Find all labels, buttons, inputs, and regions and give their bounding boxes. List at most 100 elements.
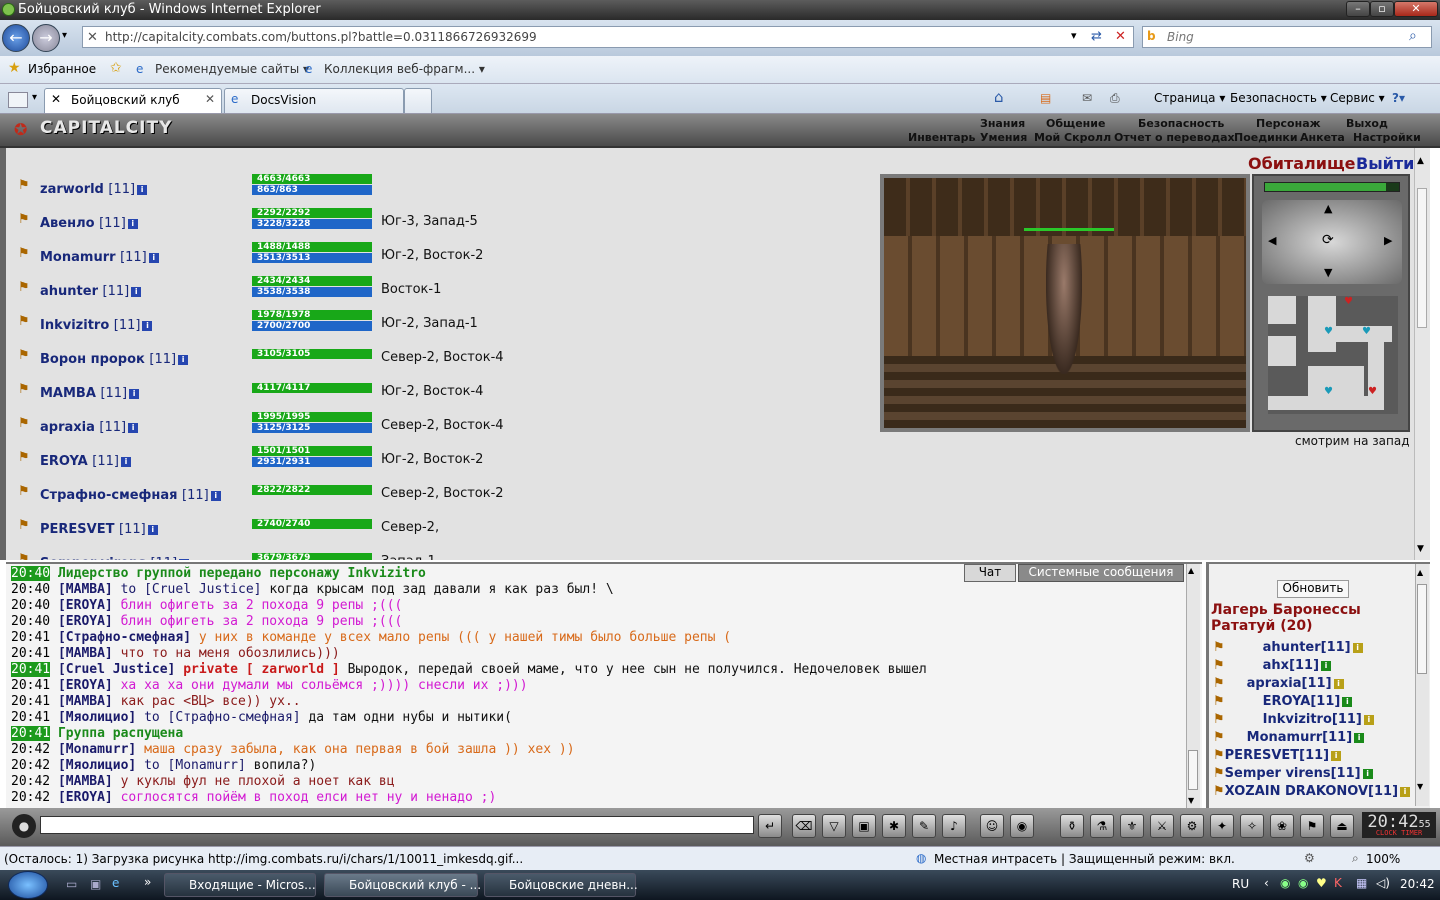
page-menu[interactable]: Страница ▾ <box>1154 91 1225 105</box>
scroll-up-icon[interactable]: ▲ <box>1417 568 1423 577</box>
chat-author[interactable]: [Мяолицио] <box>58 758 136 773</box>
chat-recipient[interactable]: to [Monamurr] <box>144 758 246 773</box>
chat-recipient[interactable]: to [Страфно-смефная] <box>144 710 301 725</box>
group-flag-icon[interactable]: ⚑ <box>18 416 38 431</box>
close-tab-icon[interactable]: ✕ <box>205 92 215 106</box>
address-dropdown-icon[interactable]: ▾ <box>1071 29 1077 42</box>
chat-author[interactable]: [MAMBA] <box>58 646 113 661</box>
chat-author[interactable]: [EROYA] <box>58 678 113 693</box>
chat-author[interactable]: [Monamurr] <box>58 742 136 757</box>
action-icon-1[interactable]: ⚱ <box>1060 814 1084 838</box>
back-button[interactable]: ← <box>2 24 30 52</box>
smiley-icon[interactable]: ☺ <box>980 814 1004 838</box>
new-tab-button[interactable] <box>404 88 432 113</box>
player-name-link[interactable]: Страфно-смефная [11] i <box>40 488 221 503</box>
action-icon-8[interactable]: ❀ <box>1270 814 1294 838</box>
tools-menu[interactable]: Сервис ▾ <box>1330 91 1385 105</box>
compass-control[interactable]: ▲ ▼ ◀ ▶ ⟳ <box>1262 200 1402 284</box>
chat-time[interactable]: 20:40 <box>11 614 50 629</box>
chat-time[interactable]: 20:42 <box>11 774 50 789</box>
add-favorite-icon[interactable]: ✩ <box>110 60 122 76</box>
chat-author[interactable]: [Мяолицио] <box>58 710 136 725</box>
user-name[interactable]: Semper virens[11] <box>1225 766 1361 781</box>
task-diaries[interactable]: Бойцовские дневн... <box>484 873 638 897</box>
fav-link-suggested[interactable]: Рекомендуемые сайты ▾ <box>155 62 309 76</box>
group-flag-icon[interactable]: ⚑ <box>18 314 38 329</box>
user-name[interactable]: Monamurr[11] <box>1247 730 1353 745</box>
info-icon[interactable]: i <box>179 558 190 560</box>
menu-profile[interactable]: Анкета <box>1300 131 1345 144</box>
send-icon[interactable]: ↵ <box>758 814 782 838</box>
scroll-up-icon[interactable]: ▲ <box>1417 156 1424 166</box>
arrow-down-icon[interactable]: ▼ <box>1324 266 1332 279</box>
tray-clock[interactable]: 20:42 <box>1400 877 1435 891</box>
info-icon[interactable]: i <box>210 490 221 501</box>
tab-list-icon[interactable]: ▾ <box>32 92 37 103</box>
info-icon[interactable]: i <box>1400 786 1411 797</box>
scroll-thumb[interactable] <box>1188 750 1198 790</box>
chat-time[interactable]: 20:41 <box>11 678 50 693</box>
user-name[interactable]: ahx[11] <box>1263 658 1319 673</box>
menu-transfers[interactable]: Отчет о переводах <box>1114 131 1235 144</box>
history-dropdown-icon[interactable]: ▾ <box>62 30 67 41</box>
tray-icon-1[interactable]: ◉ <box>1280 876 1290 890</box>
scroll-down-icon[interactable]: ▼ <box>1188 796 1194 805</box>
home-icon[interactable]: ⌂ <box>994 88 1004 106</box>
action-icon-3[interactable]: ⚜ <box>1120 814 1144 838</box>
group-flag-icon[interactable]: ⚑ <box>18 450 38 465</box>
group-flag-icon[interactable]: ⚑ <box>18 518 38 533</box>
player-name-link[interactable]: PERESVET [11] i <box>40 522 158 537</box>
feeds-icon[interactable]: ▤ <box>1040 91 1051 105</box>
chat-time[interactable]: 20:40 <box>11 566 51 581</box>
chat-time[interactable]: 20:41 <box>11 694 50 709</box>
tray-icon-4[interactable]: K <box>1334 876 1342 890</box>
chat-time[interactable]: 20:40 <box>11 598 50 613</box>
group-flag-icon[interactable]: ⚑ <box>1213 658 1225 673</box>
help-icon[interactable]: ?▾ <box>1392 91 1405 105</box>
character-figure[interactable] <box>1046 244 1082 374</box>
refresh-icon[interactable]: ⇄ <box>1091 29 1102 44</box>
player-name-link[interactable]: EROYA [11] i <box>40 454 131 469</box>
run-icon[interactable]: ✱ <box>882 814 906 838</box>
refresh-view-icon[interactable]: ⟳ <box>1322 232 1334 248</box>
user-name[interactable]: apraxia[11] <box>1247 676 1332 691</box>
chat-input[interactable] <box>40 816 754 834</box>
tab-combats[interactable]: ✕ Бойцовский клуб ✕ <box>44 88 222 113</box>
menu-fights[interactable]: Поединки <box>1234 131 1298 144</box>
group-flag-icon[interactable]: ⚑ <box>1213 694 1225 709</box>
player-name-link[interactable]: Semper virens [11]i <box>40 556 190 560</box>
sound-icon[interactable]: ♪ <box>942 814 966 838</box>
group-flag-icon[interactable]: ⚑ <box>1213 676 1225 691</box>
action-icon-2[interactable]: ⚗ <box>1090 814 1114 838</box>
quick-tabs-icon[interactable] <box>8 92 28 108</box>
bot-icon[interactable]: ◉ <box>1010 814 1034 838</box>
minimize-button[interactable]: – <box>1346 1 1370 17</box>
player-name-link[interactable]: MAMBA [11] i <box>40 386 140 401</box>
chat-author[interactable]: [MAMBA] <box>58 582 113 597</box>
action-icon-5[interactable]: ⚙ <box>1180 814 1204 838</box>
eraser-icon[interactable]: ⌫ <box>792 814 816 838</box>
filter-icon[interactable]: ▽ <box>822 814 846 838</box>
network-icon[interactable]: ▦ <box>1356 876 1367 890</box>
menu-inventory[interactable]: Инвентарь <box>908 131 975 144</box>
info-icon[interactable]: i <box>129 388 140 399</box>
scroll-down-icon[interactable]: ▼ <box>1417 782 1423 791</box>
action-icon-6[interactable]: ✦ <box>1210 814 1234 838</box>
chat-time[interactable]: 20:42 <box>11 790 50 805</box>
chat-author[interactable]: [Страфно-смефная] <box>58 630 191 645</box>
forward-button[interactable]: → <box>32 24 60 52</box>
player-name-link[interactable]: Ворон пророк [11] i <box>40 352 189 367</box>
chat-log[interactable]: 20:40 Лидерство группой передано персона… <box>6 562 1202 808</box>
quicklaunch-ie-icon[interactable]: e <box>112 876 119 890</box>
group-flag-icon[interactable]: ⚑ <box>18 382 38 397</box>
info-icon[interactable]: i <box>142 320 153 331</box>
group-flag-icon[interactable]: ⚑ <box>18 552 38 560</box>
scroll-down-icon[interactable]: ▼ <box>1417 544 1424 554</box>
user-name[interactable]: Inkvizitro[11] <box>1263 712 1362 727</box>
favorites-button[interactable]: Избранное <box>28 62 96 76</box>
tab-docsvision[interactable]: e DocsVision <box>224 88 404 113</box>
info-icon[interactable]: i <box>120 456 131 467</box>
action-icon-9[interactable]: ⚑ <box>1300 814 1324 838</box>
task-outlook[interactable]: Входящие - Micros... <box>164 873 316 897</box>
chat-mode-icon[interactable]: ● <box>12 814 36 838</box>
